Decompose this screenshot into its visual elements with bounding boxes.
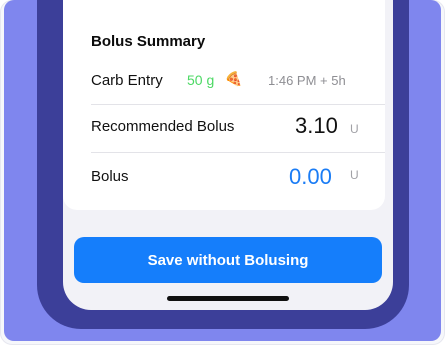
carb-time: 1:46 PM + 5h [268, 73, 346, 88]
bolus-label: Bolus [91, 168, 129, 185]
save-without-bolusing-button[interactable]: Save without Bolusing [74, 237, 382, 283]
bolus-summary-card: Bolus Summary Carb Entry 50 g 🍕 1:46 PM … [63, 0, 385, 210]
carb-entry-label: Carb Entry [91, 72, 163, 89]
pizza-icon: 🍕 [223, 69, 244, 89]
bolus-unit: U [350, 168, 359, 182]
recommended-bolus-value: 3.10 [295, 113, 338, 138]
recommended-bolus-label: Recommended Bolus [91, 118, 235, 135]
home-indicator[interactable] [167, 296, 289, 301]
bolus-summary-title: Bolus Summary [91, 33, 206, 50]
divider [91, 104, 385, 105]
bolus-amount-input[interactable]: 0.00 [289, 164, 332, 190]
divider [91, 152, 385, 153]
carb-amount: 50 g [187, 72, 215, 88]
phone-screen: Bolus Summary Carb Entry 50 g 🍕 1:46 PM … [63, 0, 393, 310]
recommended-bolus-unit: U [350, 122, 359, 136]
